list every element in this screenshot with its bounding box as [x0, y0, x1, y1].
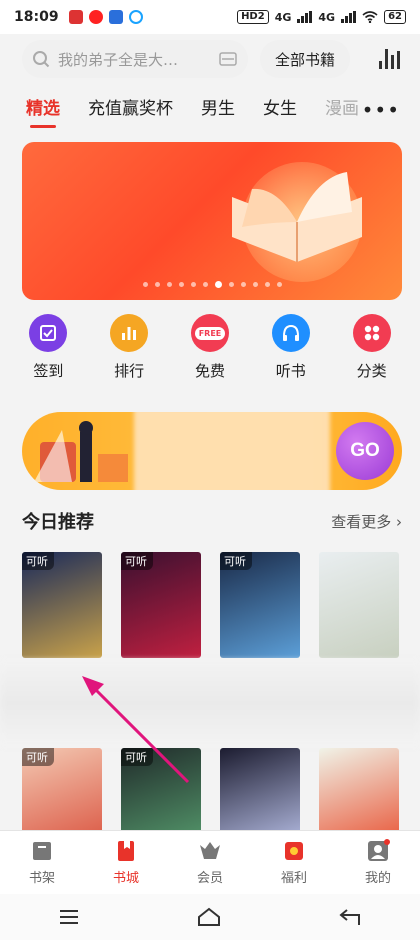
- obscured-titles: [0, 660, 420, 746]
- headphones-icon: [271, 314, 310, 352]
- section-title: 今日推荐: [22, 512, 94, 533]
- bottom-tab-label: 书城: [112, 871, 139, 886]
- translate-icon: [108, 10, 123, 24]
- audio-tag: 可听: [121, 748, 153, 766]
- quick-action-item[interactable]: 听书: [256, 314, 326, 381]
- section-header: 今日推荐 查看更多 ›: [22, 508, 402, 534]
- carousel-dot: [252, 282, 258, 287]
- bottom-tab-label: 我的: [364, 871, 391, 886]
- quick-action-label: 分类: [356, 362, 387, 380]
- bookstore-icon: [114, 839, 138, 863]
- checkin-icon: [29, 314, 68, 352]
- promo-banner[interactable]: GO: [22, 412, 402, 490]
- carousel-dot: [154, 282, 160, 287]
- carousel-dot: [178, 282, 184, 287]
- bottom-tab[interactable]: 书城: [91, 839, 161, 886]
- quick-action-label: 签到: [33, 362, 64, 380]
- tab-male[interactable]: 男生: [201, 94, 235, 119]
- tab-featured[interactable]: 精选: [26, 94, 60, 128]
- bookshelf-icon: [30, 839, 54, 863]
- menu-icon[interactable]: [59, 909, 79, 925]
- browser-icon: [128, 10, 143, 24]
- book-cover[interactable]: 可听: [22, 552, 102, 658]
- tab-comics[interactable]: 漫画: [325, 94, 359, 119]
- see-more-label: 查看更多: [331, 512, 392, 531]
- bottom-tab-bar: 书架 书城 会员 福利 我的: [0, 830, 420, 894]
- all-books-button[interactable]: 全部书籍: [260, 40, 350, 78]
- rank-icon: [110, 314, 149, 352]
- network-label-2: 4G: [318, 10, 336, 24]
- quick-action-label: 听书: [275, 362, 306, 380]
- quick-action-label: 免费: [194, 362, 225, 380]
- book-cover[interactable]: [319, 552, 399, 658]
- book-cover[interactable]: 可听: [121, 552, 201, 658]
- book-row: 可听 可听 可听: [22, 552, 406, 658]
- audio-tag: 可听: [121, 552, 153, 570]
- category-tabs: 精选 充值赢奖杯 男生 女生 漫画: [0, 86, 420, 128]
- carousel-dot: [214, 281, 222, 288]
- clock: 18:09: [14, 9, 59, 25]
- bottom-tab-label: 福利: [280, 871, 307, 886]
- tab-female[interactable]: 女生: [263, 94, 297, 119]
- network-label-1: 4G: [274, 10, 292, 24]
- carousel-dot: [264, 282, 270, 287]
- free-badge: FREE: [194, 326, 226, 340]
- search-row: 我的弟子全是大… 全部书籍: [22, 40, 400, 78]
- back-icon[interactable]: [339, 907, 361, 927]
- carousel-dot: [166, 282, 172, 287]
- vip-icon: [198, 839, 222, 863]
- carousel-dots: [22, 281, 402, 288]
- quick-action-label: 排行: [114, 362, 145, 380]
- bottom-tab[interactable]: 会员: [175, 839, 245, 886]
- ranking-chart-icon[interactable]: [379, 49, 400, 69]
- audio-tag: 可听: [22, 552, 54, 570]
- home-icon[interactable]: [197, 907, 221, 927]
- book-cover[interactable]: 可听: [220, 552, 300, 658]
- bottom-tab[interactable]: 福利: [259, 839, 329, 886]
- free-icon: FREE: [190, 314, 229, 352]
- status-bar: 18:09 HD2 4G 4G 62: [0, 0, 420, 34]
- quick-action-item[interactable]: 签到: [13, 314, 83, 381]
- quick-action-item[interactable]: 分类: [337, 314, 407, 381]
- bottom-tab-label: 书架: [28, 871, 55, 886]
- quick-actions: 签到 排行 FREE 免费 听书 分类: [0, 314, 420, 381]
- bottom-tab[interactable]: 书架: [7, 839, 77, 886]
- profile-icon: [366, 839, 390, 863]
- carousel-dot: [142, 282, 148, 287]
- quick-action-item[interactable]: FREE 免费: [175, 314, 245, 381]
- carousel-dot: [202, 282, 208, 287]
- app-notification-icon: [68, 10, 83, 24]
- hd-icon: HD2: [237, 10, 269, 24]
- category-icon: [352, 314, 391, 352]
- carousel-dot: [228, 282, 234, 287]
- weibo-icon: [88, 10, 103, 24]
- promo-illustration: [34, 421, 128, 482]
- system-nav-bar: [0, 894, 420, 940]
- wifi-icon: [362, 11, 378, 23]
- audio-tag: 可听: [220, 552, 252, 570]
- promo-obscured-area: [134, 412, 330, 490]
- carousel-dot: [276, 282, 282, 287]
- bottom-tab-label: 会员: [196, 871, 223, 886]
- see-more-link[interactable]: 查看更多 ›: [331, 511, 402, 532]
- quick-action-item[interactable]: 排行: [94, 314, 164, 381]
- more-tabs-icon[interactable]: •••: [362, 98, 400, 122]
- scan-icon[interactable]: [218, 50, 238, 68]
- open-book-icon: [232, 172, 362, 262]
- search-box[interactable]: 我的弟子全是大…: [22, 40, 248, 78]
- gift-icon: [282, 839, 306, 863]
- go-button[interactable]: GO: [336, 422, 394, 480]
- carousel-dot: [190, 282, 196, 287]
- search-icon: [33, 51, 50, 68]
- carousel-dot: [240, 282, 246, 287]
- banner-carousel[interactable]: [22, 142, 402, 300]
- audio-tag: 可听: [22, 748, 54, 766]
- battery-icon: 62: [384, 10, 406, 24]
- signal-icon: [297, 11, 313, 23]
- bottom-tab[interactable]: 我的: [343, 839, 413, 886]
- tab-recharge-trophy[interactable]: 充值赢奖杯: [88, 94, 173, 119]
- signal-icon: [341, 11, 357, 23]
- search-placeholder: 我的弟子全是大…: [58, 50, 179, 69]
